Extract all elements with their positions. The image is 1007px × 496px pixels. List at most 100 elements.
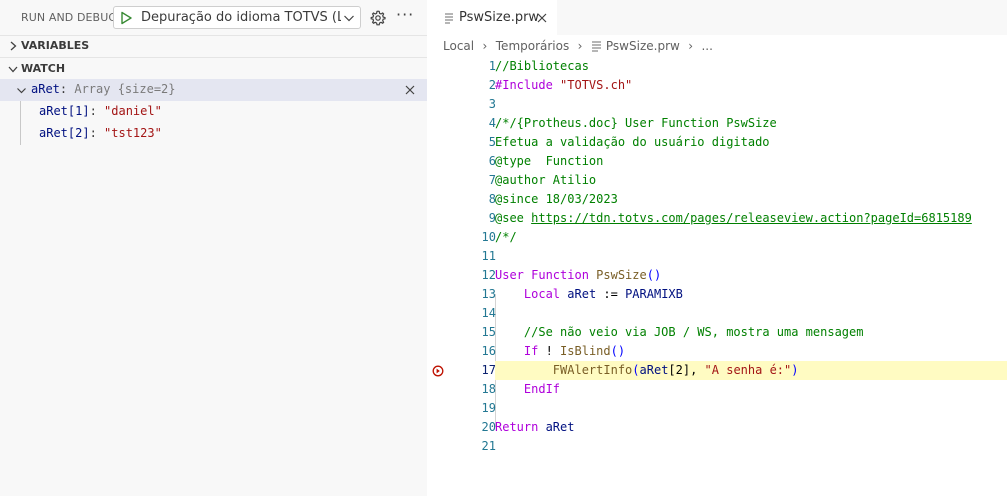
code-line[interactable]: 11	[427, 247, 1007, 266]
run-and-debug-title: RUN AND DEBUG	[21, 11, 117, 24]
code-line[interactable]: 20 Return aRet	[427, 418, 1007, 437]
code-token: aRet	[639, 363, 669, 377]
code-token: PARAMIXB	[625, 287, 683, 301]
breadcrumb-file[interactable]: PswSize.prw	[591, 38, 680, 53]
line-number: 11	[481, 249, 496, 263]
code-line-text: /*/{Protheus.doc} User Function PswSize	[495, 114, 777, 133]
chevron-down-icon	[8, 66, 18, 73]
code-line-text: //Se não veio via JOB / WS, mostra uma m…	[495, 323, 864, 342]
variables-section-header[interactable]: VARIABLES	[0, 35, 427, 57]
code-line-text: @see https://tdn.totvs.com/pages/release…	[495, 209, 972, 228]
gear-icon[interactable]	[369, 9, 387, 27]
code-line[interactable]: 13 Local aRet := PARAMIXB	[427, 285, 1007, 304]
breadcrumb-item[interactable]: Local	[443, 39, 474, 53]
chevron-right-icon: ›	[577, 38, 583, 53]
line-number: 14	[481, 306, 496, 320]
code-token: aRet	[545, 420, 575, 434]
watch-expression: aRet: Array {size=2}	[31, 82, 176, 96]
tab-pswsize-prw[interactable]: PswSize.prw	[427, 0, 557, 35]
code-line[interactable]: 8 @since 18/03/2023	[427, 190, 1007, 209]
line-number: 20	[481, 420, 496, 434]
watch-expression-row[interactable]: aRet: Array {size=2}	[0, 79, 427, 101]
code-token: [2],	[668, 363, 705, 377]
breadcrumb-item[interactable]: ...	[701, 39, 712, 53]
code-token: EndIf	[523, 382, 561, 396]
code-link[interactable]: https://tdn.totvs.com/pages/releaseview.…	[531, 211, 972, 225]
code-line-text: User Function PswSize()	[495, 266, 661, 285]
chevron-down-icon[interactable]	[16, 85, 27, 96]
line-number: 5	[488, 135, 496, 149]
code-token: //Bibliotecas	[495, 59, 589, 73]
code-line[interactable]: 4/*/{Protheus.doc} User Function PswSize	[427, 114, 1007, 133]
code-token: (	[632, 363, 640, 377]
code-token: User Function	[495, 268, 597, 282]
code-token: Efetua a validação do usuário digitado	[495, 135, 770, 149]
breadcrumb-item[interactable]: Temporários	[496, 39, 569, 53]
line-number: 19	[481, 401, 496, 415]
code-token: /*/	[495, 230, 517, 244]
watch-expression-value: Array {size=2}	[74, 82, 176, 96]
code-line[interactable]: 3	[427, 95, 1007, 114]
code-line-text: #Include "TOTVS.ch"	[495, 76, 632, 95]
variables-section-title: VARIABLES	[21, 39, 90, 52]
code-line[interactable]: 1//Bibliotecas	[427, 57, 1007, 76]
code-line[interactable]: 10/*/	[427, 228, 1007, 247]
code-line[interactable]: 16 If ! IsBlind()	[427, 342, 1007, 361]
line-number: 8	[488, 192, 496, 206]
close-icon[interactable]	[404, 84, 416, 96]
code-line[interactable]: 9 @see https://tdn.totvs.com/pages/releas…	[427, 209, 1007, 228]
code-line[interactable]: 5 Efetua a validação do usuário digitado	[427, 133, 1007, 152]
code-line[interactable]: 6 @type Function	[427, 152, 1007, 171]
code-token: "TOTVS.ch"	[560, 78, 633, 92]
watch-expression-name: aRet	[31, 82, 60, 96]
code-editor[interactable]: 1//Bibliotecas 2 #Include "TOTVS.ch" 3 4/*/{…	[427, 57, 1007, 496]
chevron-right-icon: ›	[482, 38, 488, 53]
code-token: PswSize	[596, 268, 647, 282]
line-number: 21	[481, 439, 496, 453]
code-line[interactable]: 15 //Se não veio via JOB / WS, mostra um…	[427, 323, 1007, 342]
code-line[interactable]: 17 FWAlertInfo(aRet[2], "A senha é:")	[427, 361, 1007, 380]
file-lines-icon	[591, 41, 601, 52]
code-line-text: If ! IsBlind()	[495, 342, 625, 361]
code-line-text: //Bibliotecas	[495, 57, 589, 76]
code-line[interactable]: 12 User Function PswSize()	[427, 266, 1007, 285]
debug-stackframe-icon[interactable]	[432, 365, 444, 377]
breadcrumb: Local › Temporários › PswSize.prw › ...	[443, 38, 713, 56]
code-line[interactable]: 14	[427, 304, 1007, 323]
line-number: 6	[488, 154, 496, 168]
code-line[interactable]: 2 #Include "TOTVS.ch"	[427, 76, 1007, 95]
watch-child-separator: :	[89, 126, 105, 140]
tree-indent-guide	[20, 101, 21, 145]
close-icon[interactable]	[536, 12, 548, 24]
code-line[interactable]: 7 @author Atilio	[427, 171, 1007, 190]
line-number: 10	[481, 230, 496, 244]
watch-child-key: aRet[1]	[39, 104, 90, 118]
watch-child-row[interactable]: aRet[1]: "daniel"	[39, 104, 162, 126]
code-line[interactable]: 18 EndIf	[427, 380, 1007, 399]
code-token: Return	[495, 420, 546, 434]
chevron-right-icon	[10, 41, 17, 51]
code-token: @author Atilio	[495, 173, 597, 187]
code-token: @type Function	[495, 154, 604, 168]
launch-configuration-select[interactable]: Depuração do idioma TOTVS (Local)	[113, 6, 361, 29]
line-number: 15	[481, 325, 496, 339]
code-line-text: FWAlertInfo(aRet[2], "A senha é:")	[495, 361, 799, 380]
ellipsis-icon[interactable]: ···	[396, 7, 414, 27]
watch-section-header[interactable]: WATCH	[0, 58, 427, 80]
watch-section-title: WATCH	[21, 62, 66, 75]
breadcrumb-item: PswSize.prw	[605, 38, 680, 53]
chevron-down-icon	[344, 15, 354, 22]
code-token: @see	[495, 211, 532, 225]
code-token: #Include	[495, 78, 561, 92]
play-icon[interactable]	[119, 11, 133, 25]
code-line-text: Return aRet	[495, 418, 574, 437]
code-line[interactable]: 19	[427, 399, 1007, 418]
line-number: 9	[488, 211, 496, 225]
code-line[interactable]: 21	[427, 437, 1007, 456]
code-token: !	[545, 344, 561, 358]
code-token: aRet	[567, 287, 604, 301]
watch-child-row[interactable]: aRet[2]: "tst123"	[39, 126, 162, 148]
